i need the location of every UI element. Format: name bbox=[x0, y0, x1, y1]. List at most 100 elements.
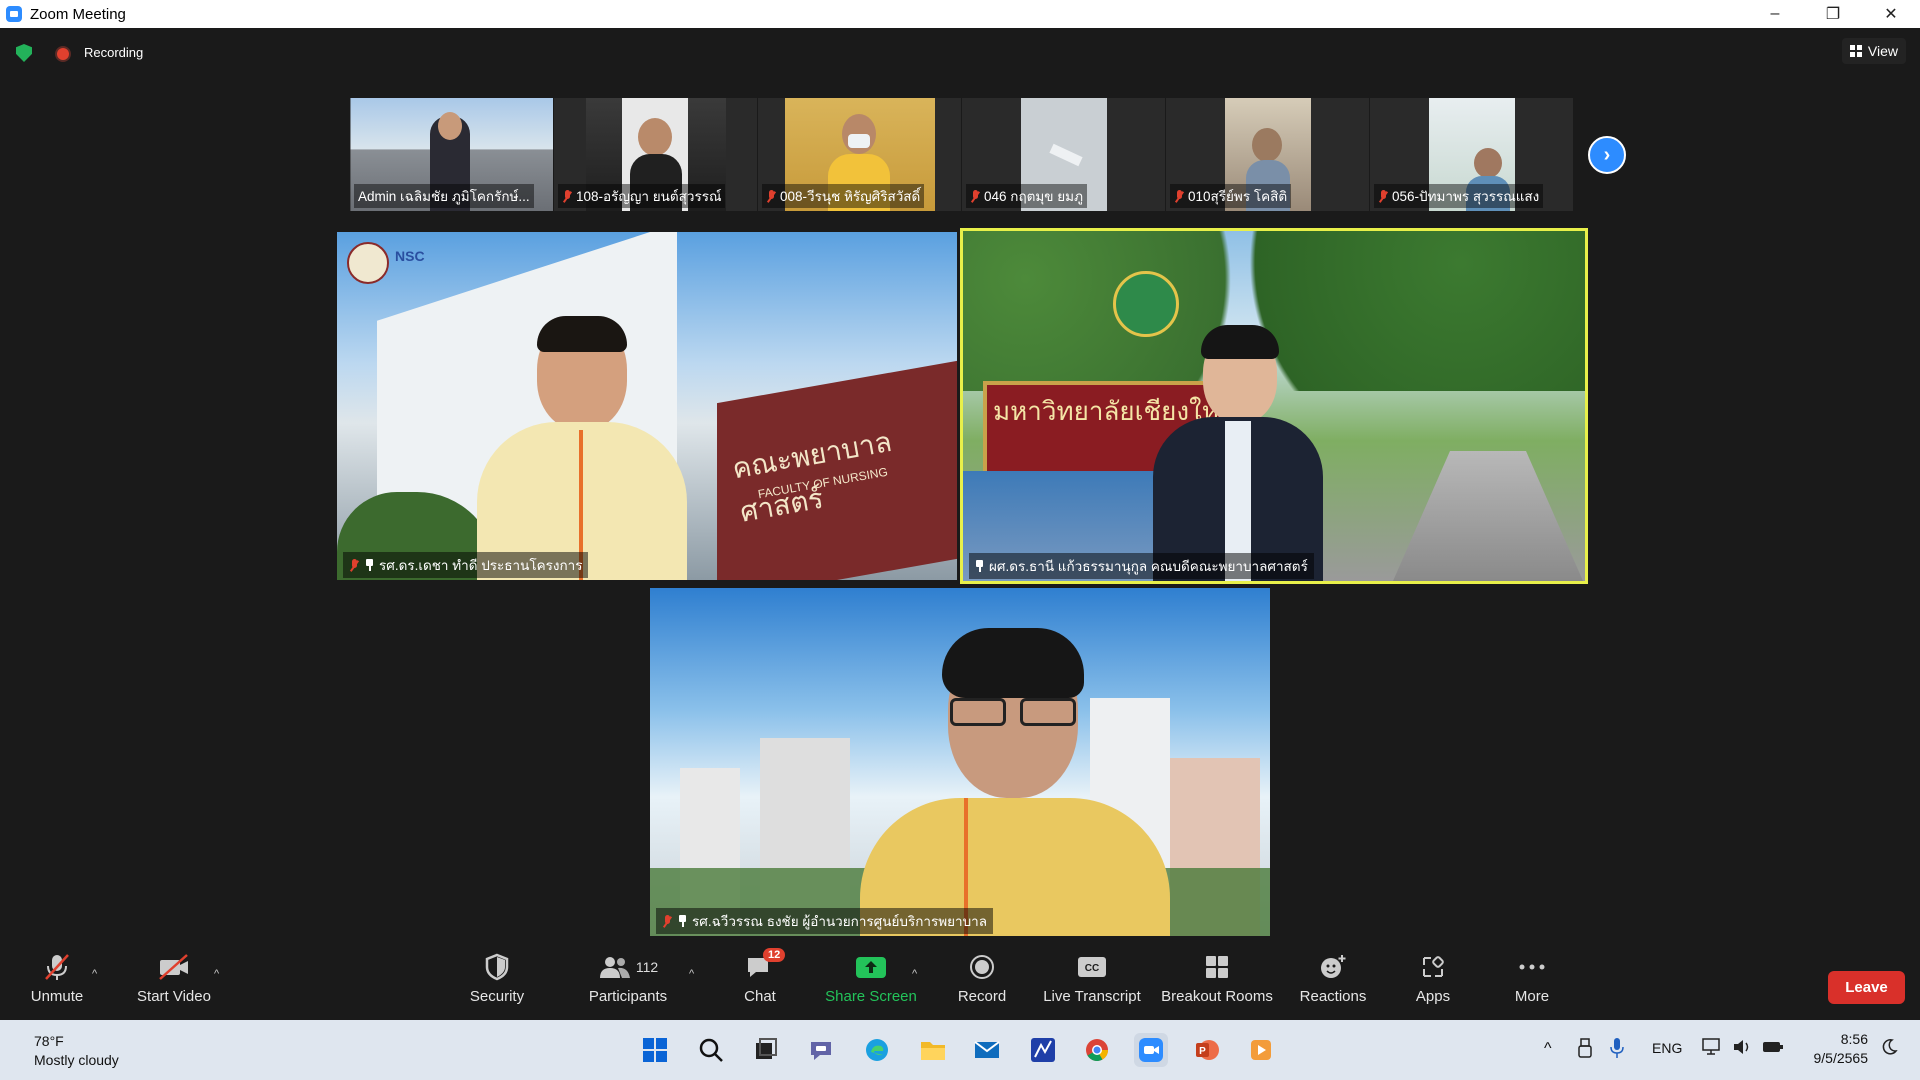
participant-name: รศ.ฉวีวรรณ ธงชัย ผู้อำนวยการศูนย์บริการพ… bbox=[656, 908, 994, 934]
participant-thumbnail[interactable]: 010สุรีย์พร โคสิติ bbox=[1166, 98, 1369, 211]
video-tile-speaker[interactable]: รศ.ฉวีวรรณ ธงชัย ผู้อำนวยการศูนย์บริการพ… bbox=[650, 588, 1270, 936]
pin-icon bbox=[365, 559, 373, 571]
live-transcript-button[interactable]: CC Live Transcript bbox=[1040, 946, 1144, 1020]
chrome-icon[interactable] bbox=[1080, 1033, 1114, 1067]
network-icon[interactable] bbox=[1702, 1038, 1722, 1059]
weather-widget[interactable]: 78°F Mostly cloudy bbox=[34, 1032, 119, 1070]
participants-options-caret[interactable]: ^ bbox=[689, 968, 694, 980]
participant-name: 046 กฤตมุข ยมภู bbox=[966, 184, 1087, 208]
minimize-button[interactable]: – bbox=[1746, 0, 1804, 28]
view-label: View bbox=[1867, 43, 1898, 59]
pin-icon bbox=[975, 560, 983, 572]
window-title: Zoom Meeting bbox=[30, 5, 126, 23]
apps-icon bbox=[1419, 946, 1447, 988]
more-dots-icon bbox=[1517, 946, 1547, 988]
media-player-icon[interactable] bbox=[1244, 1033, 1278, 1067]
encryption-shield-icon[interactable] bbox=[16, 44, 32, 62]
participant-name: รศ.ดร.เดชา ทำดี ประธานโครงการ bbox=[343, 552, 589, 578]
muted-mic-icon bbox=[970, 189, 980, 203]
share-screen-icon bbox=[854, 946, 888, 988]
smiley-plus-icon bbox=[1318, 946, 1348, 988]
file-explorer-icon[interactable] bbox=[916, 1033, 950, 1067]
muted-microphone-icon bbox=[42, 946, 72, 988]
apps-button[interactable]: Apps bbox=[1410, 946, 1456, 1020]
edge-browser-icon[interactable] bbox=[860, 1033, 894, 1067]
breakout-rooms-icon bbox=[1203, 946, 1231, 988]
next-page-button[interactable]: › bbox=[1588, 136, 1626, 174]
svg-text:P: P bbox=[1199, 1046, 1206, 1057]
closed-caption-icon: CC bbox=[1076, 946, 1108, 988]
muted-mic-icon bbox=[1378, 189, 1388, 203]
participant-thumbnail[interactable]: 046 กฤตมุข ยมภู bbox=[962, 98, 1165, 211]
participant-name: 008-วีรนุช หิรัญศิริสวัสดิ์ bbox=[762, 184, 925, 208]
muted-mic-icon bbox=[1174, 189, 1184, 203]
audio-options-caret[interactable]: ^ bbox=[92, 968, 97, 980]
participant-thumbnail[interactable]: Admin เฉลิมชัย ภูมิโคกรักษ์... bbox=[350, 98, 553, 211]
pin-icon bbox=[678, 915, 686, 927]
view-button[interactable]: View bbox=[1841, 38, 1906, 64]
chat-unread-badge: 12 bbox=[763, 948, 786, 962]
microphone-tray-icon[interactable] bbox=[1610, 1037, 1624, 1062]
window-titlebar: Zoom Meeting – ❐ ✕ bbox=[0, 0, 1920, 28]
restore-button[interactable]: ❐ bbox=[1804, 0, 1862, 28]
chat-button[interactable]: 12 Chat bbox=[738, 946, 786, 1020]
security-button[interactable]: Security bbox=[464, 946, 530, 1020]
meeting-toolbar: Unmute ^ Start Video ^ Security 112 Part… bbox=[0, 946, 1920, 1020]
record-button[interactable]: Record bbox=[956, 946, 1008, 1020]
taskbar-clock[interactable]: 8:56 9/5/2565 bbox=[1814, 1030, 1869, 1068]
chevron-right-icon: › bbox=[1603, 143, 1611, 166]
video-tile-active-speaker[interactable]: มหาวิทยาลัยเชียงใหม่ ผศ.ดร.ธานี แก้วธรรม… bbox=[960, 228, 1588, 584]
task-view-icon[interactable] bbox=[748, 1033, 782, 1067]
record-icon bbox=[968, 946, 996, 988]
mail-icon[interactable] bbox=[970, 1033, 1004, 1067]
powerpoint-icon[interactable]: P bbox=[1190, 1033, 1224, 1067]
participant-name: 108-อรัญญา ยนต์สุวรรณ์ bbox=[558, 184, 726, 208]
windows-start-icon[interactable] bbox=[638, 1033, 672, 1067]
usb-device-icon[interactable] bbox=[1578, 1038, 1592, 1061]
video-tile-presenter[interactable]: คณะพยาบาลศาสตร์ FACULTY OF NURSING NSC ร… bbox=[337, 232, 957, 580]
weather-temperature: 78°F bbox=[34, 1033, 64, 1049]
meeting-top-bar: Recording View bbox=[0, 28, 1920, 80]
muted-mic-icon bbox=[349, 558, 359, 572]
svg-text:CC: CC bbox=[1085, 963, 1099, 974]
recording-label: Recording bbox=[84, 45, 144, 60]
search-icon[interactable] bbox=[694, 1033, 728, 1067]
zoom-taskbar-icon[interactable] bbox=[1134, 1033, 1168, 1067]
participant-name: Admin เฉลิมชัย ภูมิโคกรักษ์... bbox=[354, 184, 534, 208]
participant-thumbnail[interactable]: 108-อรัญญา ยนต์สุวรรณ์ bbox=[554, 98, 757, 211]
share-options-caret[interactable]: ^ bbox=[912, 968, 917, 980]
participant-thumbnail-strip: Admin เฉลิมชัย ภูมิโคกรักษ์... 108-อรัญญ… bbox=[350, 98, 1573, 211]
video-off-icon bbox=[157, 946, 191, 988]
participants-button[interactable]: 112 Participants bbox=[582, 946, 674, 1020]
teams-chat-icon[interactable] bbox=[804, 1033, 838, 1067]
stats-app-icon[interactable] bbox=[1026, 1033, 1060, 1067]
reactions-button[interactable]: Reactions bbox=[1298, 946, 1368, 1020]
show-hidden-icons-chevron-icon[interactable]: ^ bbox=[1544, 1040, 1552, 1058]
grid-view-icon bbox=[1849, 45, 1862, 57]
share-screen-button[interactable]: Share Screen bbox=[824, 946, 918, 1020]
nsc-logo: NSC bbox=[395, 248, 425, 264]
start-video-button[interactable]: Start Video bbox=[130, 946, 218, 1020]
unmute-button[interactable]: Unmute bbox=[24, 946, 90, 1020]
video-options-caret[interactable]: ^ bbox=[214, 968, 219, 980]
leave-button[interactable]: Leave bbox=[1828, 971, 1905, 1004]
participant-name: 056-ปัทมาพร สุวรรณแสง bbox=[1374, 184, 1544, 208]
participant-thumbnail[interactable]: 056-ปัทมาพร สุวรรณแสง bbox=[1370, 98, 1573, 211]
participant-name: 010สุรีย์พร โคสิติ bbox=[1170, 184, 1292, 208]
participants-count: 112 bbox=[635, 959, 659, 975]
close-button[interactable]: ✕ bbox=[1862, 0, 1920, 28]
clock-date: 9/5/2565 bbox=[1813, 1050, 1869, 1066]
clock-time: 8:56 bbox=[1840, 1031, 1868, 1047]
more-button[interactable]: More bbox=[1508, 946, 1556, 1020]
muted-mic-icon bbox=[766, 189, 776, 203]
university-logo bbox=[347, 242, 389, 284]
recording-dot-icon bbox=[57, 48, 69, 60]
language-indicator[interactable]: ENG bbox=[1652, 1040, 1682, 1056]
participants-icon: 112 bbox=[598, 946, 658, 988]
chat-bubble-icon: 12 bbox=[745, 946, 786, 988]
battery-icon[interactable] bbox=[1762, 1038, 1784, 1059]
volume-icon[interactable] bbox=[1732, 1038, 1752, 1059]
focus-moon-icon[interactable] bbox=[1880, 1038, 1898, 1059]
participant-thumbnail[interactable]: 008-วีรนุช หิรัญศิริสวัสดิ์ bbox=[758, 98, 961, 211]
breakout-rooms-button[interactable]: Breakout Rooms bbox=[1160, 946, 1274, 1020]
